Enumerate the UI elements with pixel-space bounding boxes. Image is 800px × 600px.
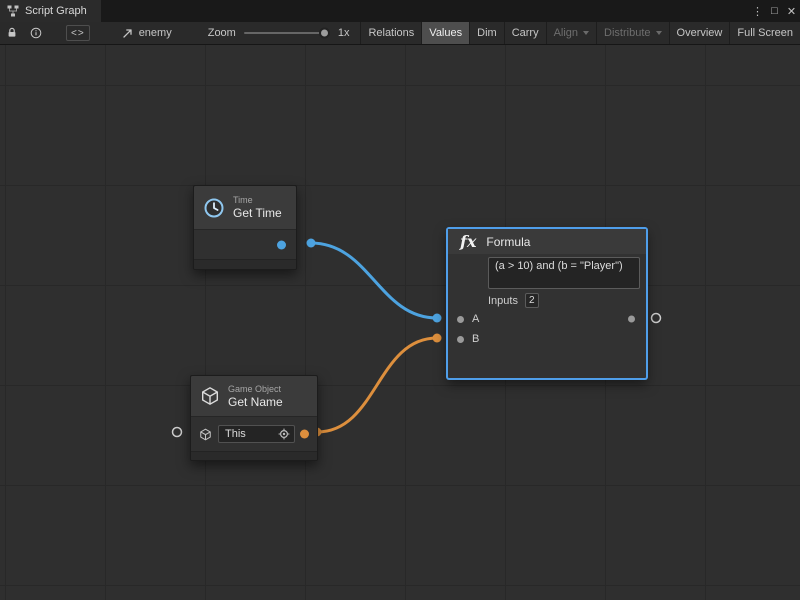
align-dropdown[interactable]: Align [546, 22, 596, 44]
formula-input-port-b[interactable] [457, 336, 464, 343]
zoom-slider-handle[interactable] [319, 28, 330, 39]
tab-script-graph[interactable]: Script Graph [0, 0, 101, 22]
target-object-field[interactable]: This [218, 425, 295, 443]
info-button[interactable] [24, 22, 48, 44]
formula-output-port[interactable] [628, 316, 635, 323]
target-object-value: This [225, 428, 246, 440]
graph-toolbar: <> enemy Zoom 1x Relations Values Dim Ca… [0, 22, 800, 45]
window-menu-button[interactable]: ⋮ [749, 0, 766, 22]
node-get-name[interactable]: Game Object Get Name This [190, 375, 318, 461]
inputs-label: Inputs [488, 295, 518, 307]
full-screen-button[interactable]: Full Screen [729, 22, 800, 44]
graph-reference[interactable]: enemy [122, 22, 172, 44]
formula-input-port-a[interactable] [457, 316, 464, 323]
graph-name-label: enemy [139, 27, 172, 39]
distribute-dropdown[interactable]: Distribute [596, 22, 668, 44]
dropdown-arrow-icon [656, 31, 662, 35]
formula-port-row-a: A [448, 309, 646, 329]
script-graph-window: Script Graph ⋮ □ ✕ <> ene [0, 0, 800, 600]
node-footer [191, 451, 317, 460]
formula-expression-input[interactable]: (a > 10) and (b = "Player") [488, 257, 640, 289]
node-title: Formula [486, 235, 530, 249]
zoom-value: 1x [338, 27, 350, 39]
getname-input-ring-port[interactable] [173, 428, 182, 437]
formula-fx-icon: fx [460, 234, 476, 250]
lock-icon [6, 27, 18, 39]
relations-button[interactable]: Relations [360, 22, 421, 44]
node-header: Time Get Time [194, 186, 296, 230]
dropdown-arrow-icon [583, 31, 589, 35]
carry-button[interactable]: Carry [504, 22, 546, 44]
values-button[interactable]: Values [421, 22, 469, 44]
node-category: Game Object [228, 384, 283, 395]
gettime-output-port[interactable] [277, 240, 286, 249]
window-title: Script Graph [25, 5, 87, 17]
wires-layer [0, 45, 800, 600]
node-title: Get Time [233, 206, 282, 220]
formula-output-ring-port[interactable] [652, 314, 661, 323]
graph-canvas[interactable]: Time Get Time fx Formula (a > 10) and (b… [0, 45, 800, 600]
target-picker-icon[interactable] [278, 428, 290, 440]
node-footer [194, 259, 296, 269]
wire-endpoint-dot [433, 314, 442, 323]
port-label: A [472, 313, 479, 325]
wire-gettime-to-formula-a[interactable] [311, 243, 437, 318]
toolbar-buttons: Relations Values Dim Carry Align Distrib… [360, 22, 800, 44]
node-category: Time [233, 195, 282, 206]
inputs-count-input[interactable]: 2 [525, 293, 539, 308]
zoom-slider[interactable] [244, 32, 330, 34]
port-label: B [472, 333, 479, 345]
getname-output-port[interactable] [300, 430, 309, 439]
maximize-button[interactable]: □ [766, 0, 783, 22]
wire-endpoint-dot [433, 334, 442, 343]
lock-button[interactable] [0, 22, 24, 44]
node-get-time[interactable]: Time Get Time [193, 185, 297, 270]
cube-icon [200, 386, 220, 406]
zoom-label: Zoom [208, 27, 236, 39]
info-icon [30, 27, 42, 39]
clock-icon [203, 197, 225, 219]
wire-getname-to-formula-b[interactable] [317, 338, 437, 432]
graph-pointer-icon [122, 27, 134, 39]
wire-endpoint-dot [307, 239, 316, 248]
dim-button[interactable]: Dim [469, 22, 504, 44]
node-header: fx Formula [448, 229, 646, 254]
node-header: Game Object Get Name [191, 376, 317, 417]
formula-port-row-b: B [448, 329, 646, 349]
zoom-control: Zoom 1x [208, 22, 350, 44]
node-formula[interactable]: fx Formula (a > 10) and (b = "Player") I… [447, 228, 647, 379]
titlebar: Script Graph ⋮ □ ✕ [0, 0, 800, 22]
code-view-button[interactable]: <> [66, 25, 90, 41]
window-controls: ⋮ □ ✕ [749, 0, 800, 22]
overview-button[interactable]: Overview [669, 22, 730, 44]
script-graph-icon [7, 5, 19, 17]
cube-icon [199, 428, 212, 441]
close-button[interactable]: ✕ [783, 0, 800, 22]
node-title: Get Name [228, 395, 283, 409]
